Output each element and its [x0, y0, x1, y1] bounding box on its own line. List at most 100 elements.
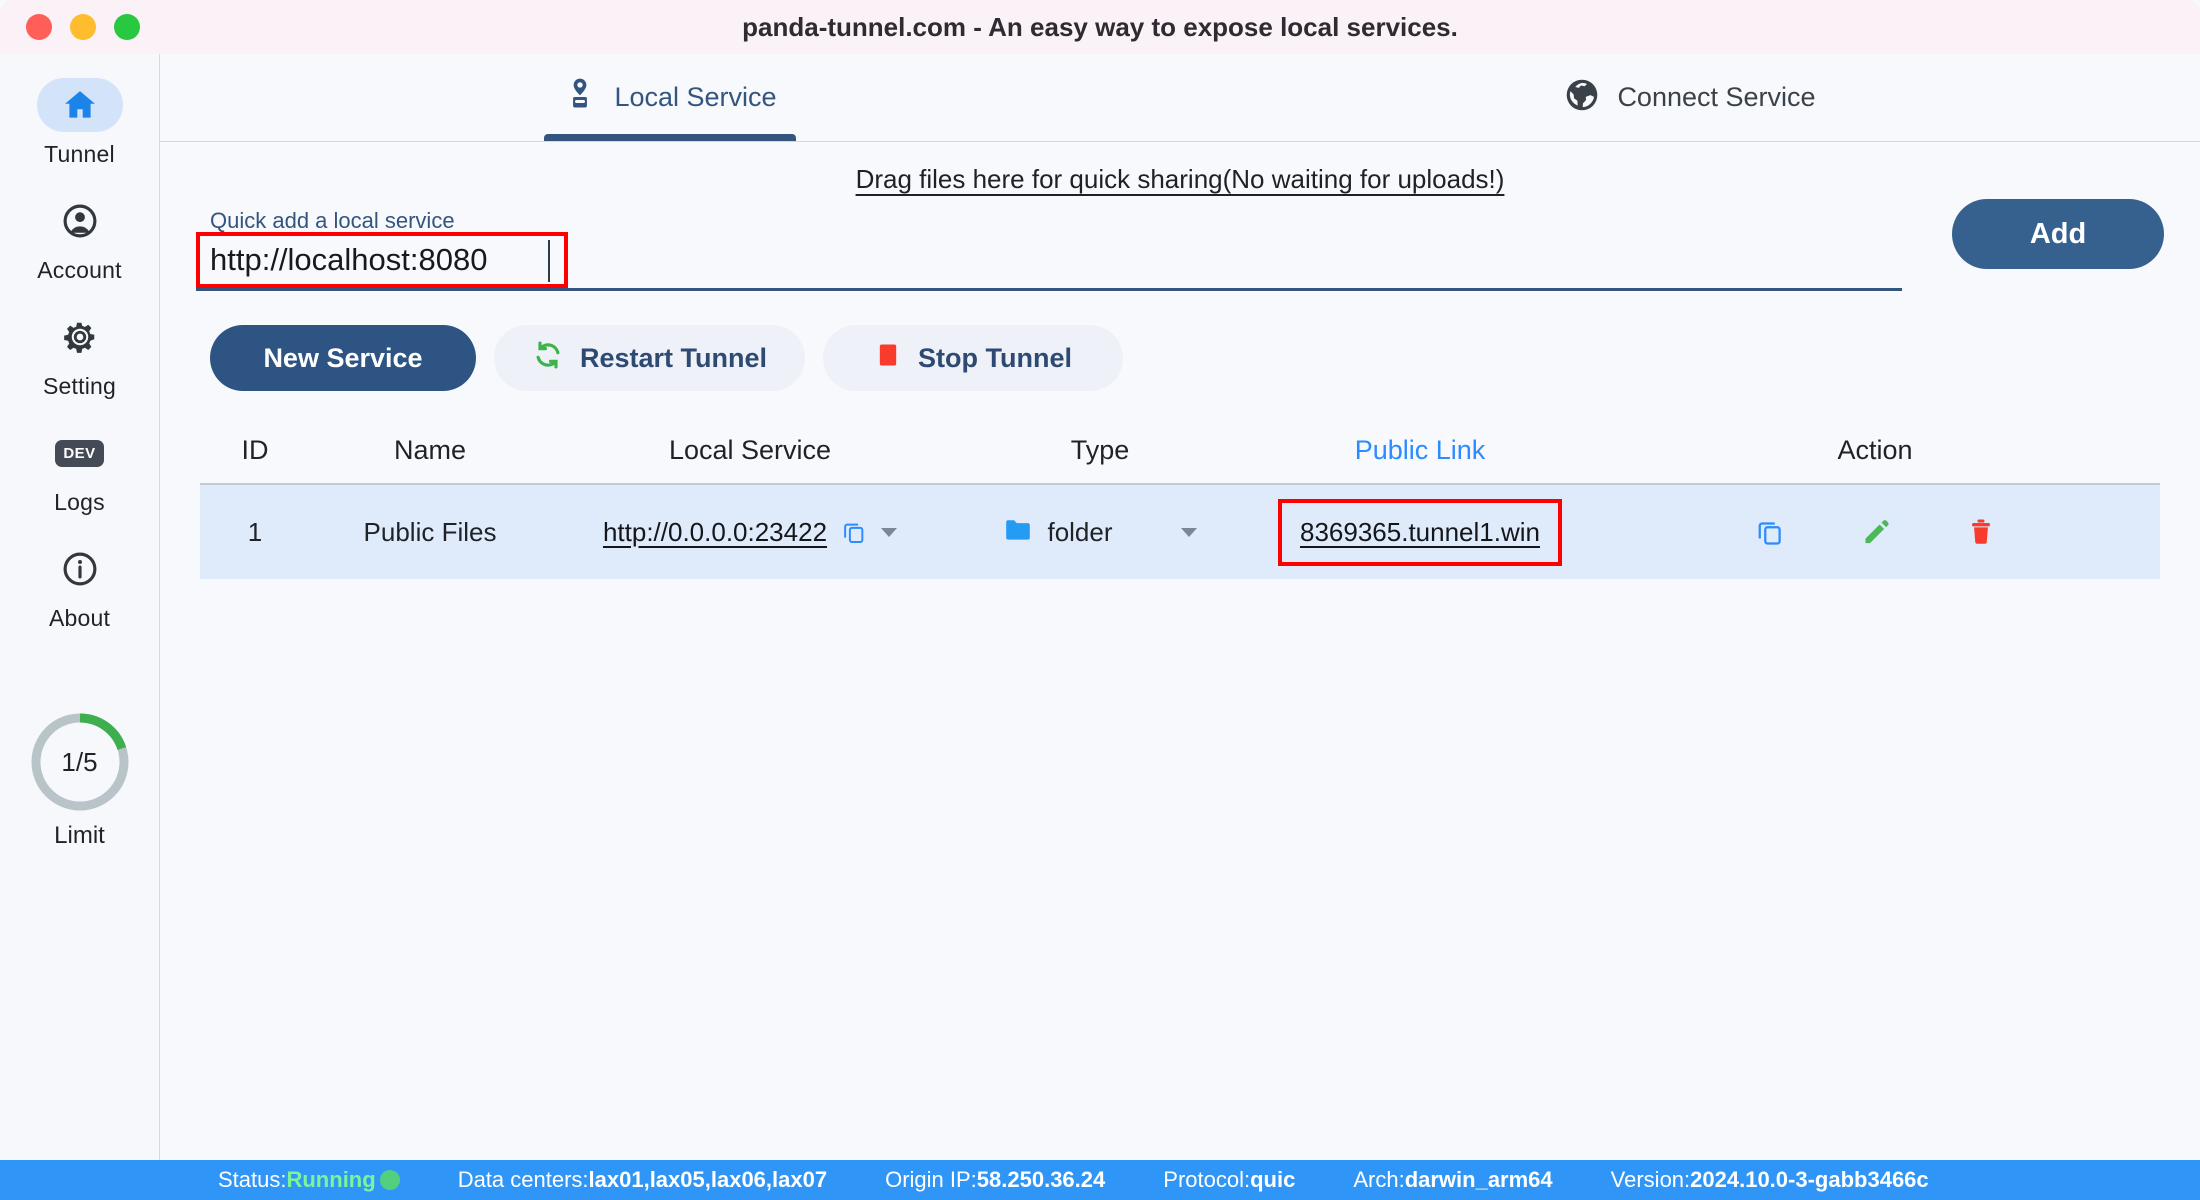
window-title: panda-tunnel.com - An easy way to expose…: [742, 11, 1458, 42]
column-header-name: Name: [393, 434, 467, 465]
tab-bar: Local Service Connect Service: [160, 54, 2200, 142]
limit-value: 1/5: [61, 746, 98, 777]
version-key: Version:: [1610, 1167, 1691, 1192]
title-bar: panda-tunnel.com - An easy way to expose…: [0, 0, 2200, 54]
arch-key: Arch:: [1353, 1167, 1405, 1192]
status-version: Version: 2024.10.0-3-gabb3466c: [1611, 1167, 1929, 1193]
status-data-centers: Data centers: lax01,lax05,lax06,lax07: [458, 1167, 827, 1193]
pin-stamp-icon: [563, 77, 597, 118]
services-table: ID Name Local Service Type Public Link A…: [196, 417, 2164, 579]
status-indicator: Status: Running: [218, 1167, 400, 1193]
protocol-key: Protocol:: [1163, 1167, 1251, 1192]
dev-badge-icon: DEV: [37, 426, 123, 480]
limit-gauge[interactable]: 1/5 Limit: [28, 710, 132, 850]
sidebar-label-setting: Setting: [42, 373, 116, 399]
quick-add-input[interactable]: [196, 238, 1902, 288]
public-link-highlight-box: 8369365.tunnel1.win: [1278, 498, 1562, 566]
window-controls: [0, 14, 140, 40]
cell-id: 1: [200, 517, 310, 548]
status-arch: Arch: darwin_arm64: [1353, 1167, 1552, 1193]
quick-add-label: Quick add a local service: [210, 208, 455, 233]
edit-icon[interactable]: [1861, 517, 1891, 547]
new-service-label: New Service: [263, 342, 423, 373]
type-dropdown-icon[interactable]: [1180, 527, 1197, 537]
status-dot-icon: [379, 1170, 400, 1190]
new-service-button[interactable]: New Service: [210, 325, 476, 391]
limit-label: Limit: [54, 822, 105, 849]
data-centers-value: lax01,lax05,lax06,lax07: [588, 1167, 828, 1192]
column-header-action: Action: [1837, 434, 1913, 465]
public-link[interactable]: 8369365.tunnel1.win: [1300, 517, 1540, 547]
arch-value: darwin_arm64: [1404, 1167, 1553, 1192]
folder-icon: [1003, 517, 1033, 548]
tab-connect-service[interactable]: Connect Service: [1180, 54, 2200, 141]
data-centers-key: Data centers:: [457, 1167, 589, 1192]
copy-icon[interactable]: [1755, 517, 1785, 547]
home-icon: [36, 78, 123, 132]
gear-icon: [37, 310, 123, 364]
globe-icon: [1564, 77, 1600, 118]
dev-badge-text: DEV: [55, 439, 104, 467]
tab-active-indicator: [544, 134, 796, 141]
action-buttons: New Service Restart Tunnel Stop Tunnel: [196, 325, 2164, 391]
status-value: Running: [286, 1167, 376, 1192]
account-icon: [37, 194, 123, 248]
sidebar-label-about: About: [48, 605, 111, 631]
add-button[interactable]: Add: [1952, 199, 2164, 269]
cell-type: folder: [950, 517, 1250, 548]
sidebar-item-tunnel[interactable]: Tunnel: [15, 78, 145, 168]
sidebar-item-account[interactable]: Account: [15, 194, 145, 284]
protocol-value: quic: [1250, 1167, 1296, 1192]
drag-drop-hint[interactable]: Drag files here for quick sharing(No wai…: [196, 164, 2164, 195]
column-header-local-service: Local Service: [668, 434, 832, 465]
app-body: Tunnel Account Setting DEV Logs About 1/…: [0, 54, 2200, 1160]
table-header-row: ID Name Local Service Type Public Link A…: [200, 417, 2160, 483]
sidebar-label-account: Account: [37, 257, 122, 283]
limit-gauge-ring: 1/5: [28, 710, 132, 814]
tab-label-connect-service: Connect Service: [1617, 82, 1816, 112]
sidebar: Tunnel Account Setting DEV Logs About 1/…: [0, 54, 160, 1160]
maximize-button[interactable]: [114, 14, 140, 40]
cell-name: Public Files: [310, 517, 550, 548]
row-name-text: Public Files: [363, 516, 497, 547]
table-row[interactable]: 1 Public Files http://0.0.0.0:23422 fold…: [200, 483, 2160, 579]
restart-tunnel-button[interactable]: Restart Tunnel: [494, 325, 806, 391]
column-header-id: ID: [241, 434, 269, 465]
version-value: 2024.10.0-3-gabb3466c: [1690, 1167, 1929, 1192]
origin-ip-value: 58.250.36.24: [976, 1167, 1106, 1192]
app-window: panda-tunnel.com - An easy way to expose…: [0, 0, 2200, 1200]
main-panel: Local Service Connect Service Drag files…: [160, 54, 2200, 1160]
tab-label-local-service: Local Service: [614, 82, 777, 112]
quick-add-input-line: [196, 232, 1902, 291]
column-header-public-link[interactable]: Public Link: [1250, 435, 1590, 466]
status-origin-ip: Origin IP: 58.250.36.24: [885, 1167, 1105, 1193]
sidebar-label-tunnel: Tunnel: [44, 141, 115, 167]
cell-local-service: http://0.0.0.0:23422: [550, 517, 950, 548]
stop-square-icon: [874, 341, 902, 376]
column-header-type: Type: [1070, 434, 1130, 465]
sidebar-item-setting[interactable]: Setting: [15, 310, 145, 400]
delete-icon[interactable]: [1967, 517, 1995, 547]
status-protocol: Protocol: quic: [1163, 1167, 1295, 1193]
local-service-dropdown-icon[interactable]: [881, 527, 898, 537]
origin-ip-key: Origin IP:: [885, 1167, 977, 1192]
local-service-link[interactable]: http://0.0.0.0:23422: [603, 517, 827, 548]
close-button[interactable]: [26, 14, 52, 40]
quick-add-row: Quick add a local service Add: [196, 199, 2164, 291]
sidebar-item-about[interactable]: About: [15, 542, 145, 632]
status-key: Status:: [218, 1167, 287, 1192]
content-area: Drag files here for quick sharing(No wai…: [160, 142, 2200, 1160]
stop-tunnel-label: Stop Tunnel: [918, 342, 1073, 373]
cell-action: [1590, 517, 2160, 547]
sidebar-item-logs[interactable]: DEV Logs: [15, 426, 145, 516]
row-id-text: 1: [247, 516, 263, 547]
stop-tunnel-button[interactable]: Stop Tunnel: [823, 325, 1124, 391]
minimize-button[interactable]: [70, 14, 96, 40]
info-icon: [37, 542, 123, 596]
refresh-icon: [532, 339, 564, 378]
text-caret: [548, 240, 550, 282]
tab-local-service[interactable]: Local Service: [160, 54, 1180, 141]
copy-local-service-icon[interactable]: [841, 519, 867, 545]
restart-tunnel-label: Restart Tunnel: [580, 342, 768, 373]
cell-public-link: 8369365.tunnel1.win: [1250, 498, 1590, 566]
